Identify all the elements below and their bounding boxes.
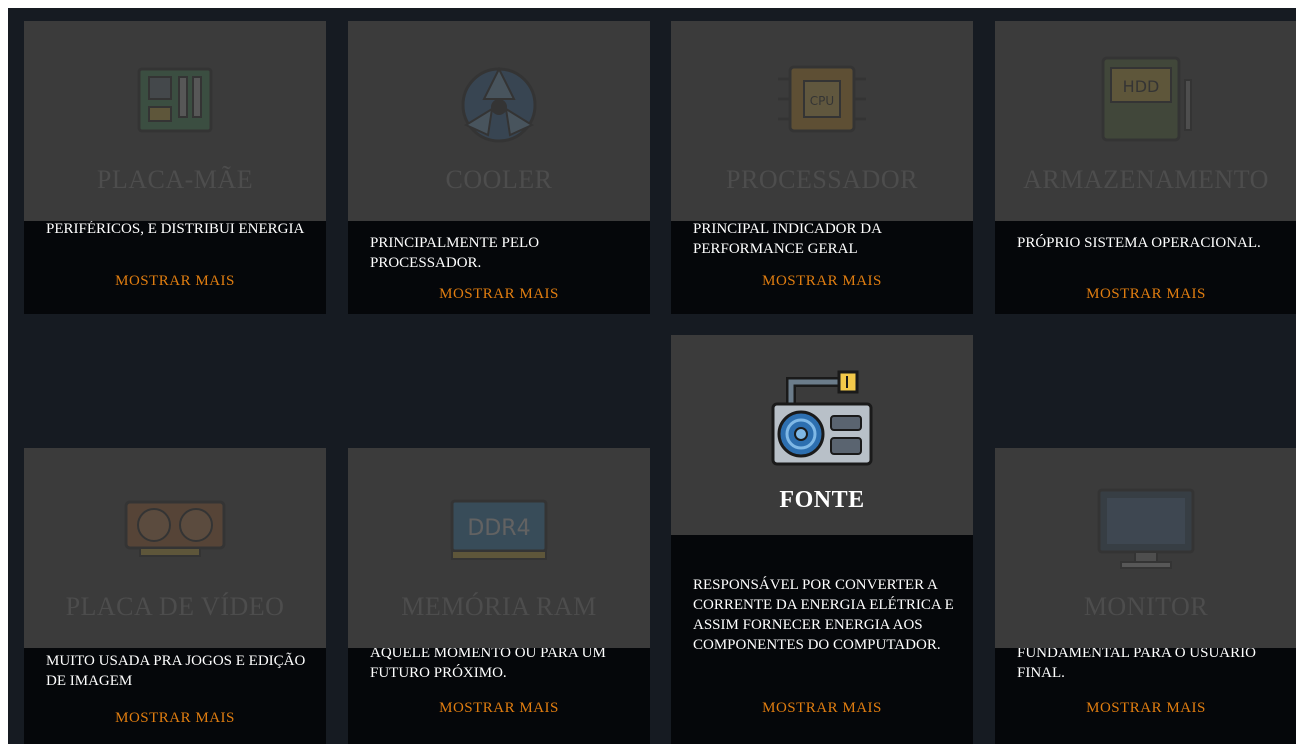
card-title: FONTE	[779, 487, 865, 513]
card-title: PROCESSADOR	[726, 165, 918, 194]
card-title: ARMAZENAMENTO	[1023, 165, 1269, 194]
cooler-fan-icon	[444, 45, 554, 155]
card-description: PRINCIPALMENTE PELO PROCESSADOR.	[370, 235, 540, 271]
card-title: MEMÓRIA RAM	[401, 592, 597, 621]
card-processador[interactable]: PRINCIPAL INDICADOR DA PERFORMANCE GERAL…	[671, 21, 973, 314]
card-armazenamento[interactable]: PRÓPRIO SISTEMA OPERACIONAL. MOSTRAR MAI…	[995, 21, 1296, 314]
card-description: PRÓPRIO SISTEMA OPERACIONAL.	[1017, 235, 1261, 251]
components-grid: PERIFÉRICOS, E DISTRIBUI ENERGIA MOSTRAR…	[8, 8, 1296, 744]
card-description: PERIFÉRICOS, E DISTRIBUI ENERGIA	[46, 221, 305, 237]
card-description: PRINCIPAL INDICADOR DA PERFORMANCE GERAL	[693, 221, 882, 257]
cpu-chip-icon: CPU	[772, 45, 872, 155]
show-more-link[interactable]: MOSTRAR MAIS	[995, 700, 1296, 717]
card-title: COOLER	[445, 165, 553, 194]
card-description: MUITO USADA PRA JOGOS E EDIÇÃO DE IMAGEM	[46, 653, 306, 689]
card-overlay: DDR4 MEMÓRIA RAM	[348, 448, 650, 648]
card-description: AQUELE MOMENTO OU PARA UM FUTURO PRÓXIMO…	[370, 645, 606, 681]
card-overlay: PLACA DE VÍDEO	[24, 448, 326, 648]
show-more-link[interactable]: MOSTRAR MAIS	[24, 710, 326, 727]
card-overlay: COOLER	[348, 21, 650, 221]
show-more-link[interactable]: MOSTRAR MAIS	[995, 286, 1296, 303]
card-monitor[interactable]: FUNDAMENTAL PARA O USUÁRIO FINAL. MOSTRA…	[995, 448, 1296, 744]
motherboard-icon	[135, 45, 215, 155]
hdd-icon: HDD	[1091, 45, 1201, 155]
show-more-link[interactable]: MOSTRAR MAIS	[348, 286, 650, 303]
card-overlay: PLACA-MÃE	[24, 21, 326, 221]
monitor-icon	[1091, 472, 1201, 582]
card-overlay: MONITOR	[995, 448, 1296, 648]
card-fonte[interactable]: RESPONSÁVEL POR CONVERTER A CORRENTE DA …	[671, 335, 973, 744]
show-more-link[interactable]: MOSTRAR MAIS	[348, 700, 650, 717]
svg-text:HDD: HDD	[1123, 77, 1160, 96]
card-placa-de-video[interactable]: MUITO USADA PRA JOGOS E EDIÇÃO DE IMAGEM…	[24, 448, 326, 744]
svg-text:CPU: CPU	[810, 94, 834, 108]
power-supply-icon	[767, 363, 877, 473]
card-memoria-ram[interactable]: AQUELE MOMENTO OU PARA UM FUTURO PRÓXIMO…	[348, 448, 650, 744]
card-title: MONITOR	[1083, 592, 1209, 621]
card-overlay: FONTE	[671, 335, 973, 535]
card-title: PLACA DE VÍDEO	[65, 592, 285, 621]
show-more-link[interactable]: MOSTRAR MAIS	[671, 273, 973, 290]
card-overlay: CPU PROCESSADOR	[671, 21, 973, 221]
card-description: RESPONSÁVEL POR CONVERTER A CORRENTE DA …	[693, 577, 954, 653]
card-placa-mae[interactable]: PERIFÉRICOS, E DISTRIBUI ENERGIA MOSTRAR…	[24, 21, 326, 314]
show-more-link[interactable]: MOSTRAR MAIS	[24, 273, 326, 290]
ram-stick-icon: DDR4	[444, 472, 554, 582]
card-description: FUNDAMENTAL PARA O USUÁRIO FINAL.	[1017, 645, 1256, 681]
card-cooler[interactable]: PRINCIPALMENTE PELO PROCESSADOR. MOSTRAR…	[348, 21, 650, 314]
graphics-card-icon	[120, 472, 230, 582]
card-title: PLACA-MÃE	[96, 165, 254, 194]
svg-text:DDR4: DDR4	[467, 516, 530, 541]
show-more-link[interactable]: MOSTRAR MAIS	[671, 700, 973, 717]
card-overlay: HDD ARMAZENAMENTO	[995, 21, 1296, 221]
